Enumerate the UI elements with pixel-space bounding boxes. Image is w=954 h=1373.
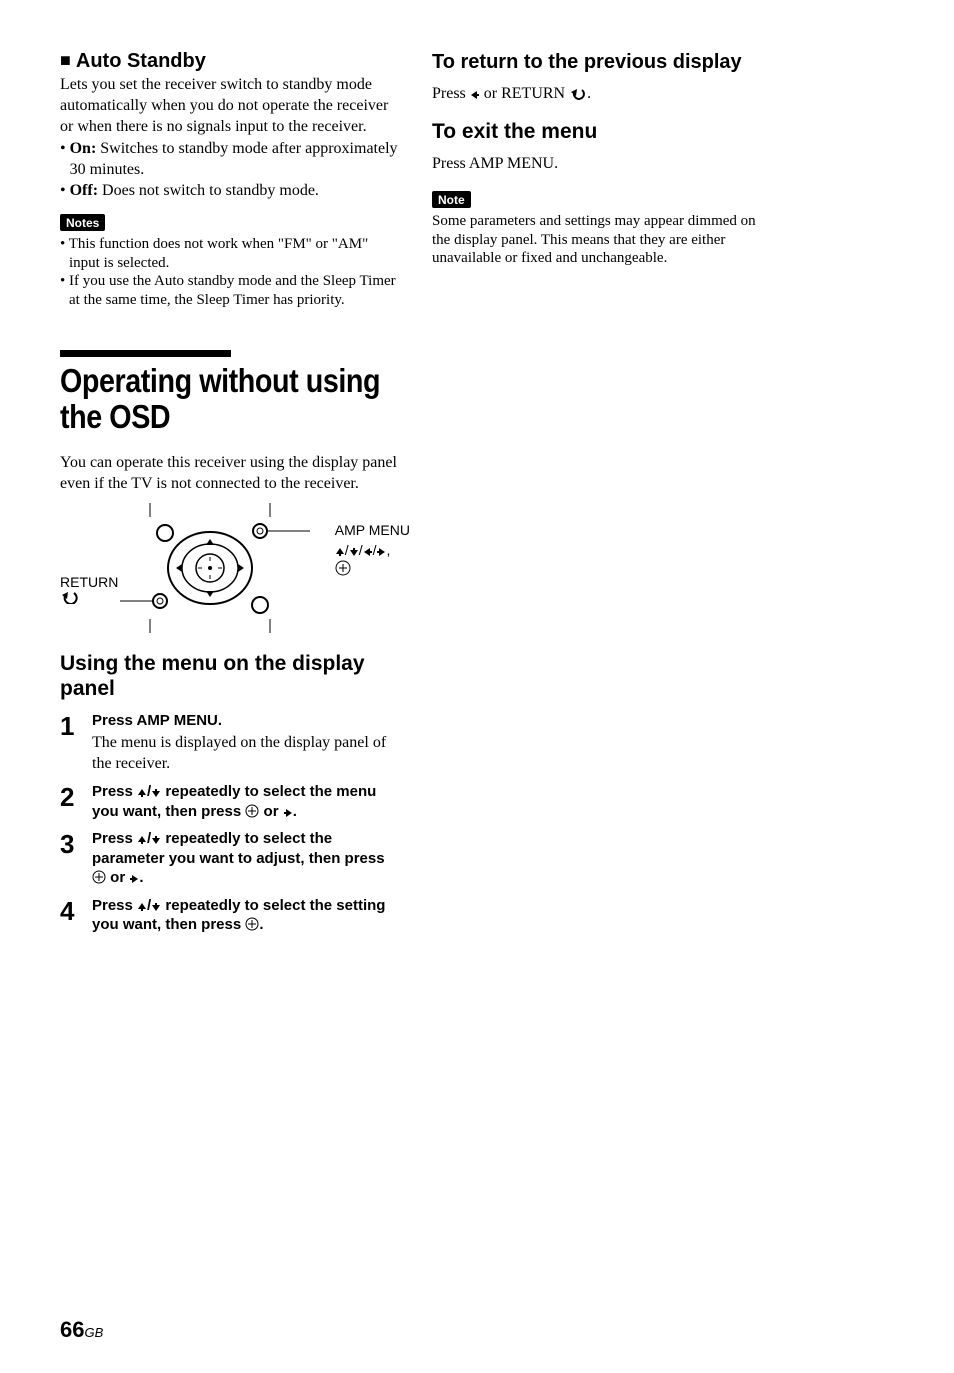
page-number: 66GB (60, 1317, 103, 1343)
return-icon (569, 88, 587, 100)
remote-label-ampmenu: AMP MENU ///, (335, 521, 410, 580)
remote-label-return: RETURN (60, 575, 118, 606)
step: 4 Press / repeatedly to select the setti… (60, 896, 402, 935)
arrow-up-icon (137, 835, 147, 845)
arrow-right-icon (283, 808, 293, 818)
arrow-right-icon (129, 874, 139, 884)
arrow-up-icon (137, 788, 147, 798)
arrow-up-icon (335, 547, 345, 557)
step-description: The menu is displayed on the display pan… (92, 733, 402, 775)
arrow-up-icon (137, 902, 147, 912)
exit-menu-heading: To exit the menu (432, 119, 774, 144)
auto-standby-heading: Auto Standby (60, 50, 402, 73)
list-item: If you use the Auto standby mode and the… (60, 272, 402, 310)
enter-icon (245, 917, 259, 931)
return-previous-body: Press or RETURN . (432, 84, 774, 105)
arrow-right-icon (376, 547, 386, 557)
section-divider (60, 350, 231, 357)
step-instruction: Press AMP MENU. (92, 711, 402, 731)
arrow-down-icon (151, 835, 161, 845)
arrow-down-icon (151, 902, 161, 912)
remote-diagram: RETURN AMP MENU ///, (60, 503, 400, 633)
auto-standby-intro: Lets you set the receiver switch to stan… (60, 75, 402, 137)
note-body: Some parameters and settings may appear … (432, 212, 774, 268)
step-instruction: Press / repeatedly to select the menu yo… (92, 782, 402, 821)
list-item: Off: Does not switch to standby mode. (60, 181, 402, 202)
arrow-icons: ///, (335, 542, 391, 558)
step: 2 Press / repeatedly to select the menu … (60, 782, 402, 821)
enter-icon (335, 560, 351, 576)
arrow-down-icon (151, 788, 161, 798)
step-instruction: Press / repeatedly to select the paramet… (92, 829, 402, 888)
operating-heading: Operating without using the OSD (60, 363, 402, 436)
step: 3 Press / repeatedly to select the param… (60, 829, 402, 888)
operating-intro: You can operate this receiver using the … (60, 453, 402, 495)
list-item: This function does not work when "FM" or… (60, 235, 402, 273)
step-number: 2 (60, 782, 92, 810)
notes-badge: Notes (60, 214, 105, 231)
exit-menu-body: Press AMP MENU. (432, 154, 774, 175)
enter-icon (245, 804, 259, 818)
step-number: 3 (60, 829, 92, 857)
note-badge: Note (432, 191, 471, 208)
return-icon (60, 590, 80, 604)
arrow-left-icon (363, 547, 373, 557)
step-instruction: Press / repeatedly to select the setting… (92, 896, 402, 935)
step-number: 4 (60, 896, 92, 924)
enter-icon (92, 870, 106, 884)
list-item: On: Switches to standby mode after appro… (60, 139, 402, 181)
auto-standby-options: On: Switches to standby mode after appro… (60, 139, 402, 201)
step-number: 1 (60, 711, 92, 739)
auto-standby-notes: This function does not work when "FM" or… (60, 235, 402, 310)
step: 1 Press AMP MENU. The menu is displayed … (60, 711, 402, 774)
arrow-left-icon (470, 90, 480, 100)
return-previous-heading: To return to the previous display (432, 50, 774, 74)
using-menu-heading: Using the menu on the display panel (60, 651, 402, 701)
arrow-down-icon (349, 547, 359, 557)
